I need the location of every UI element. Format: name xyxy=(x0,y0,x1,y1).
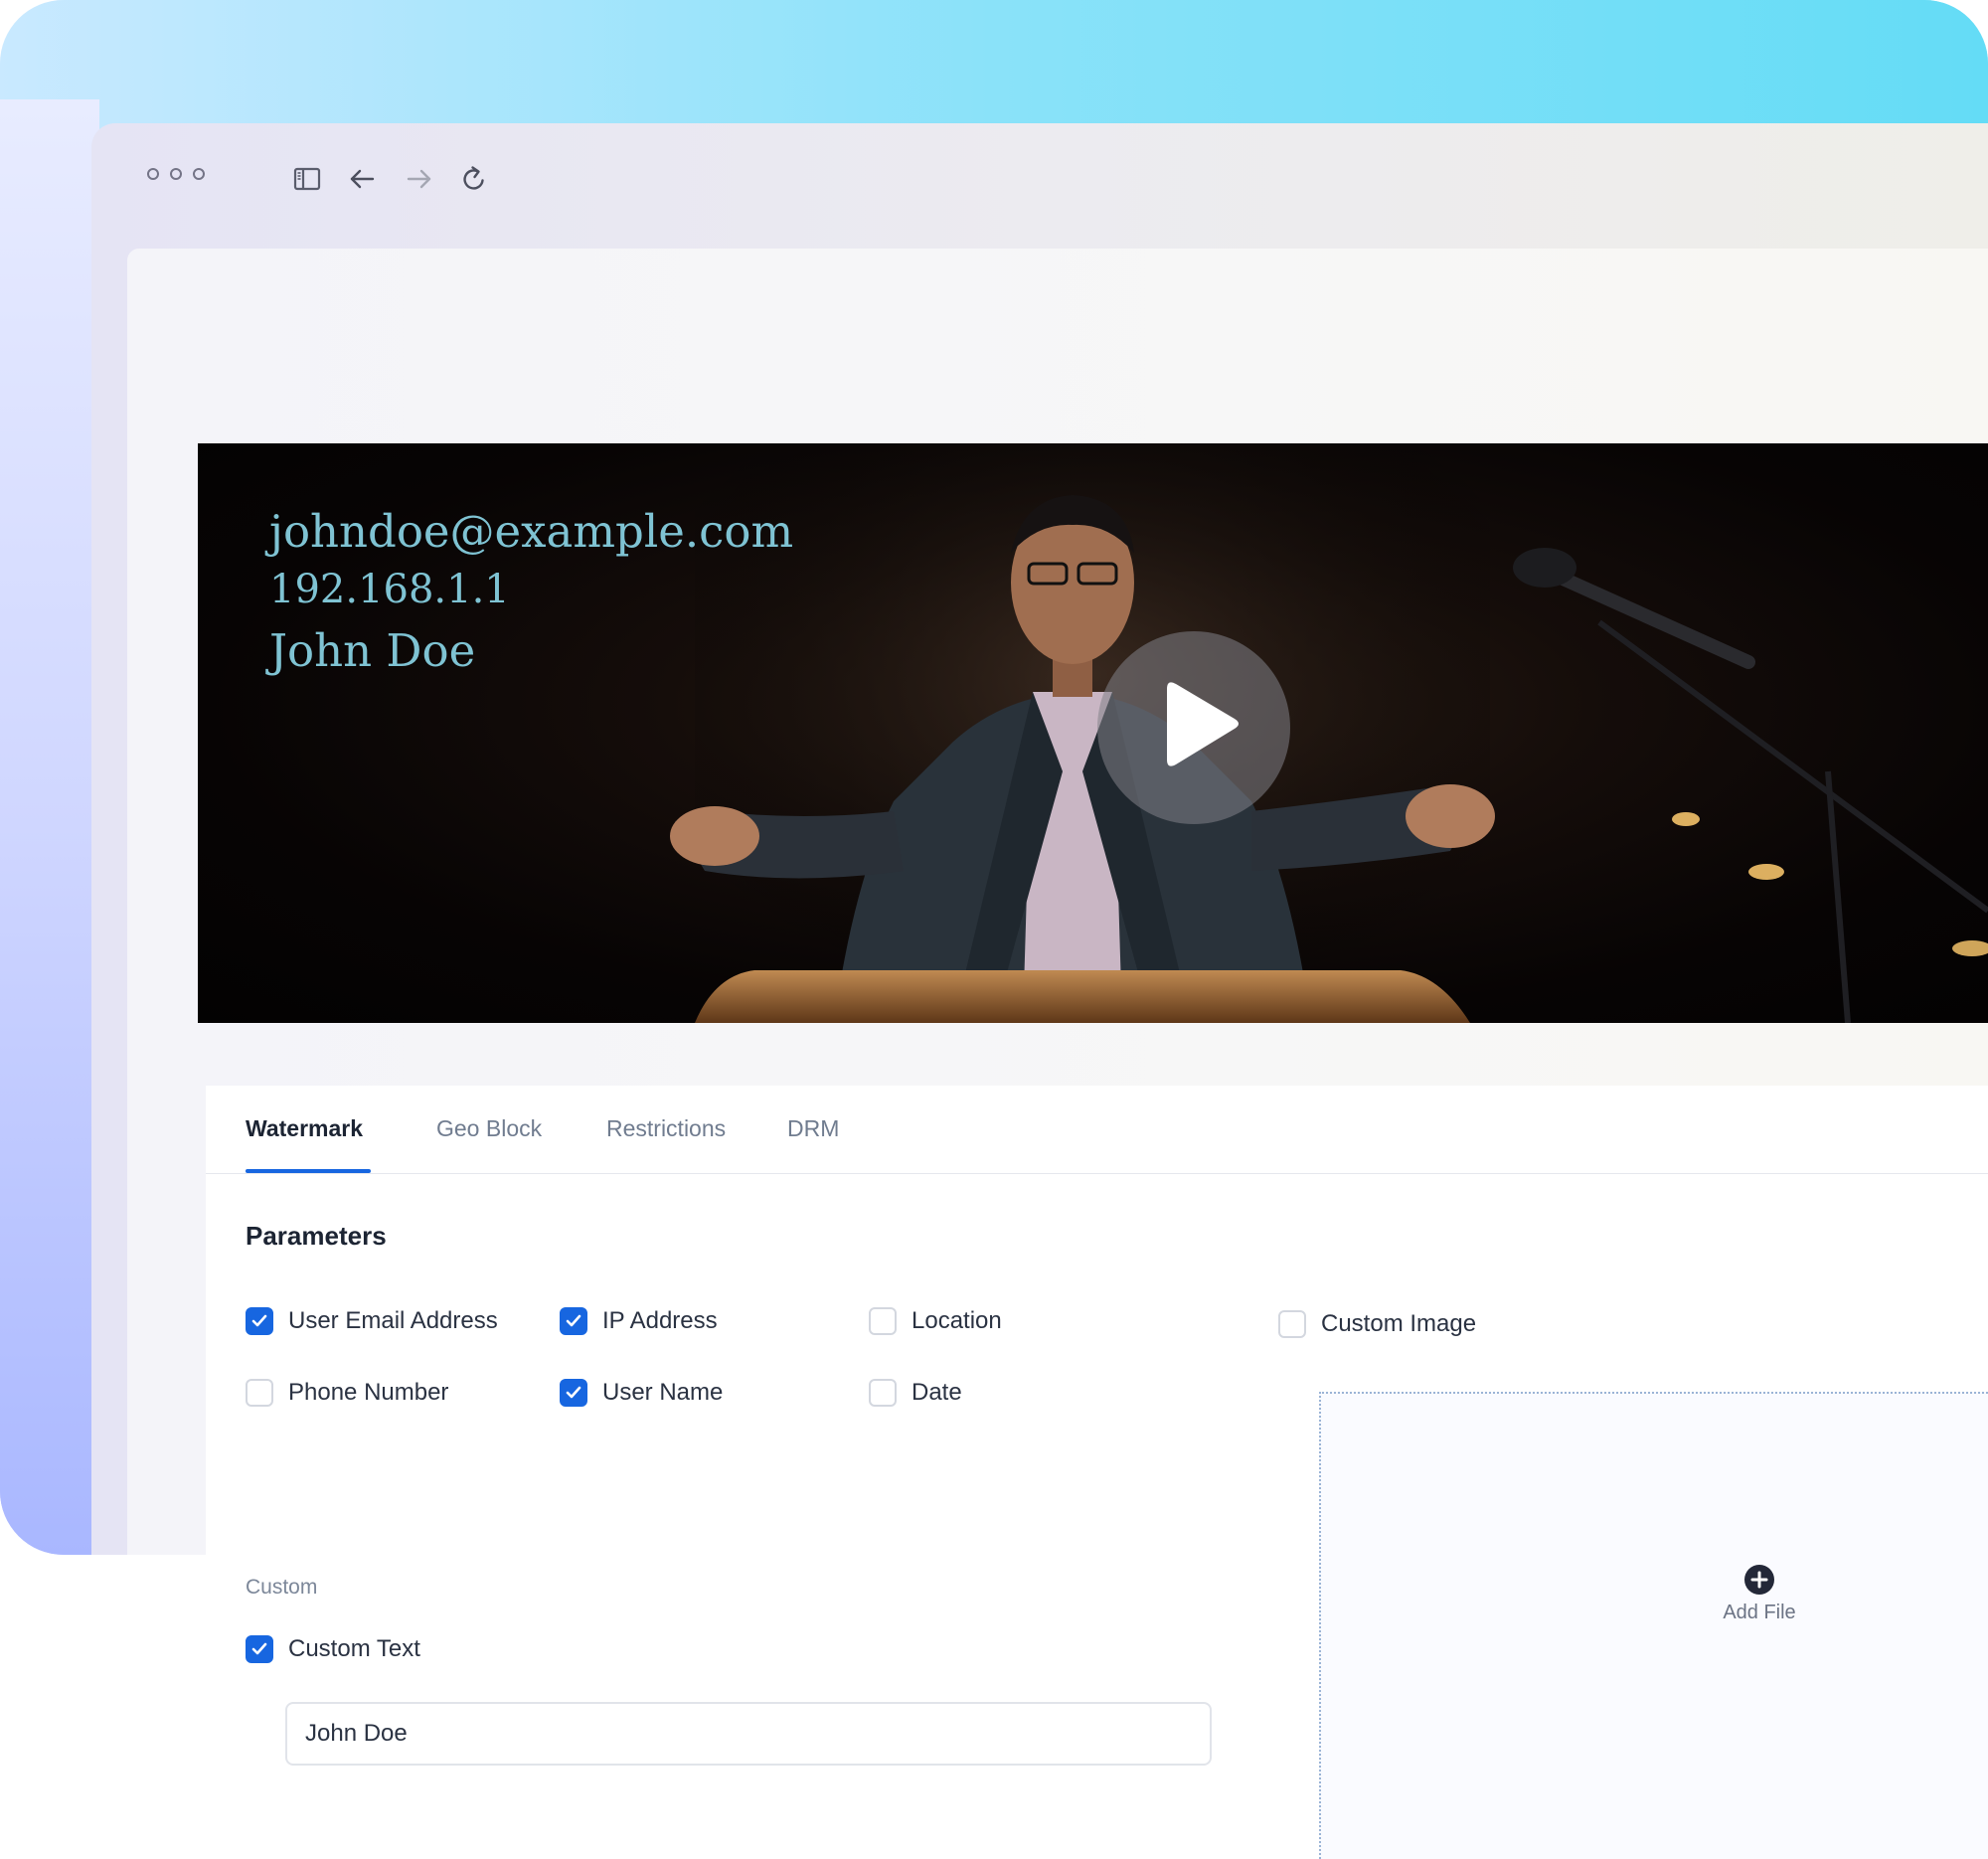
page-content: johndoe@example.com 192.168.1.1 John Doe… xyxy=(127,249,1988,1859)
option-phone-number[interactable]: Phone Number xyxy=(246,1379,448,1407)
parameters-heading: Parameters xyxy=(246,1221,387,1251)
add-file-label[interactable]: Add File xyxy=(1690,1602,1829,1624)
window-minimize-dot[interactable] xyxy=(170,168,182,180)
video-player[interactable]: johndoe@example.com 192.168.1.1 John Doe xyxy=(198,443,1988,1023)
option-label: Custom Image xyxy=(1321,1310,1477,1337)
checkbox-date[interactable] xyxy=(869,1379,897,1407)
window-controls xyxy=(147,168,205,180)
tab-restrictions[interactable]: Restrictions xyxy=(606,1115,726,1142)
option-custom-text[interactable]: Custom Text xyxy=(246,1635,420,1663)
image-dropzone[interactable]: Add File xyxy=(1319,1392,1988,1859)
checkbox-custom-image[interactable] xyxy=(1278,1310,1306,1338)
checkbox-user-email-address[interactable] xyxy=(246,1307,273,1335)
watermark-user-name: John Doe xyxy=(269,624,476,677)
option-user-email-address[interactable]: User Email Address xyxy=(246,1307,498,1335)
tab-bar: Watermark Geo Block Restrictions DRM xyxy=(206,1086,1988,1174)
option-label: Location xyxy=(911,1307,1002,1334)
browser-window: johndoe@example.com 192.168.1.1 John Doe… xyxy=(91,123,1988,1859)
reload-icon[interactable] xyxy=(458,163,490,195)
option-label: User Name xyxy=(602,1379,724,1406)
active-tab-indicator xyxy=(246,1169,371,1173)
option-label: Phone Number xyxy=(288,1379,449,1406)
option-label: Custom Text xyxy=(288,1635,420,1662)
option-label: User Email Address xyxy=(288,1307,498,1334)
tab-geo-block[interactable]: Geo Block xyxy=(436,1115,542,1142)
forward-arrow-icon[interactable] xyxy=(403,163,434,195)
option-custom-image[interactable]: Custom Image xyxy=(1278,1310,1476,1338)
option-label: Date xyxy=(911,1379,962,1406)
option-user-name[interactable]: User Name xyxy=(560,1379,723,1407)
option-label: IP Address xyxy=(602,1307,718,1334)
play-button[interactable] xyxy=(1097,631,1290,824)
plus-circle-icon[interactable] xyxy=(1743,1564,1775,1596)
watermark-ip-address: 192.168.1.1 xyxy=(269,567,510,612)
checkmark-icon xyxy=(251,1314,267,1327)
sidebar-toggle-icon[interactable] xyxy=(291,163,323,195)
checkmark-icon xyxy=(566,1314,581,1327)
back-arrow-icon[interactable] xyxy=(347,163,379,195)
custom-section-label: Custom xyxy=(246,1576,318,1599)
checkbox-user-name[interactable] xyxy=(560,1379,587,1407)
window-maximize-dot[interactable] xyxy=(193,168,205,180)
option-ip-address[interactable]: IP Address xyxy=(560,1307,718,1335)
checkbox-phone-number[interactable] xyxy=(246,1379,273,1407)
checkbox-location[interactable] xyxy=(869,1307,897,1335)
tab-drm[interactable]: DRM xyxy=(787,1115,839,1142)
window-close-dot[interactable] xyxy=(147,168,159,180)
watermark-email: johndoe@example.com xyxy=(269,505,794,558)
checkbox-custom-text[interactable] xyxy=(246,1635,273,1663)
option-date[interactable]: Date xyxy=(869,1379,962,1407)
custom-text-input[interactable] xyxy=(285,1702,1212,1766)
checkmark-icon xyxy=(251,1642,267,1655)
tab-watermark[interactable]: Watermark xyxy=(246,1115,363,1142)
settings-panel: Watermark Geo Block Restrictions DRM Par… xyxy=(206,1086,1988,1859)
checkmark-icon xyxy=(566,1386,581,1399)
option-location[interactable]: Location xyxy=(869,1307,1002,1335)
checkbox-ip-address[interactable] xyxy=(560,1307,587,1335)
play-icon xyxy=(1167,682,1239,766)
